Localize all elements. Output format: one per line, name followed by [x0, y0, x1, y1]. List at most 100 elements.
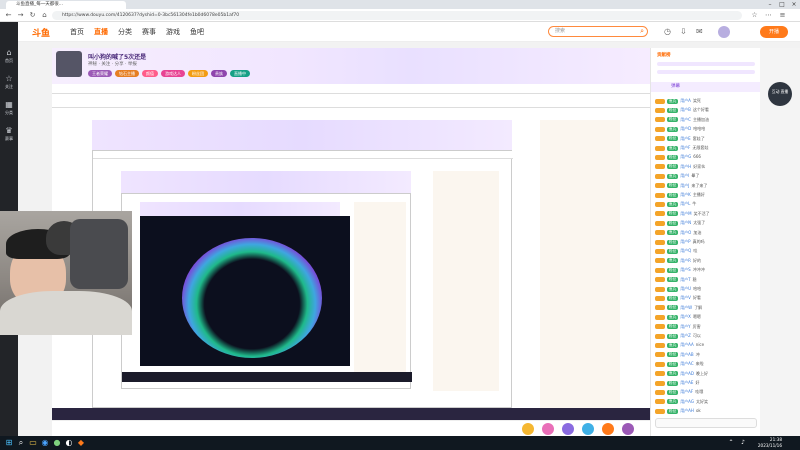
maximize-icon[interactable]: □ [776, 0, 788, 9]
chat-username[interactable]: 用户C [680, 117, 691, 122]
chat-message[interactable]: 粉丝 用户AC 来啦 [655, 359, 759, 368]
menu-icon[interactable]: ≡ [778, 11, 787, 20]
chat-message[interactable]: 粉丝 用户C 主播加油 [655, 115, 759, 124]
interactive-live-button[interactable]: 互动 直播 [768, 82, 792, 106]
room-tag[interactable]: 直播中 [230, 70, 250, 77]
search-input[interactable]: 搜索 ⌕ [548, 26, 648, 37]
chat-username[interactable]: 用户R [680, 258, 691, 263]
room-tag[interactable]: 贵族 [211, 70, 227, 77]
nav-item-yuba[interactable]: 鱼吧 [190, 27, 204, 37]
chat-username[interactable]: 用户AA [680, 342, 694, 347]
search-icon[interactable]: ⌕ [16, 438, 26, 448]
volume-icon[interactable]: ♪ [738, 438, 748, 448]
chat-message[interactable]: 鱼丸 用户AG 太好笑 [655, 397, 759, 406]
chat-username[interactable]: 用户M [680, 211, 691, 216]
chat-username[interactable]: 用户A [680, 98, 691, 103]
chat-username[interactable]: 用户AE [680, 380, 693, 385]
chat-message[interactable]: 粉丝 用户AF 哇哦 [655, 387, 759, 396]
file-explorer-icon[interactable]: ▭ [28, 438, 38, 448]
windows-start-icon[interactable]: ⊞ [4, 438, 14, 448]
chat-username[interactable]: 用户AC [680, 361, 693, 366]
chat-message[interactable]: 粉丝 用户G 666 [655, 152, 759, 161]
chat-message[interactable]: 粉丝 用户J 来了来了 [655, 181, 759, 190]
chat-message[interactable]: 鱼丸 用户R 好的 [655, 256, 759, 265]
sidebar-item-home[interactable]: ⌂ 首页 [2, 48, 16, 64]
extensions-icon[interactable]: ⋯ [764, 11, 773, 20]
chat-username[interactable]: 用户T [680, 277, 690, 282]
site-logo[interactable]: 斗鱼 [32, 26, 50, 39]
chat-username[interactable]: 用户U [680, 286, 691, 291]
chat-message[interactable]: 粉丝 用户AE 好 [655, 378, 759, 387]
chat-message[interactable]: 粉丝 用户P 真的吗 [655, 237, 759, 246]
chat-username[interactable]: 用户D [680, 126, 691, 131]
host-name[interactable]: 神秘 [88, 62, 97, 67]
nav-item-games[interactable]: 游戏 [166, 27, 180, 37]
chat-username[interactable]: 用户N [680, 220, 691, 225]
chat-message[interactable]: 粉丝 用户AB 冲 [655, 350, 759, 359]
gift-icon[interactable] [542, 423, 554, 435]
chat-message[interactable]: 鱼丸 用户AD 晚上好 [655, 369, 759, 378]
chat-message[interactable]: 鱼丸 用户X 嗯嗯 [655, 312, 759, 321]
sidebar-item-events[interactable]: ♛ 赛事 [2, 126, 16, 142]
chat-message[interactable]: 粉丝 用户B 这个好看 [655, 105, 759, 114]
chat-message[interactable]: 鱼丸 用户A 笑死 [655, 96, 759, 105]
nav-item-home[interactable]: 首页 [70, 27, 84, 37]
avatar[interactable] [718, 26, 730, 38]
room-tag[interactable]: 钻石主播 [115, 70, 139, 77]
host-avatar[interactable] [56, 51, 82, 77]
search-icon[interactable]: ⌕ [640, 27, 644, 36]
chat-input[interactable] [655, 418, 757, 428]
chat-username[interactable]: 用户X [680, 314, 691, 319]
sidebar-item-follow[interactable]: ☆ 关注 [2, 74, 16, 90]
reload-icon[interactable]: ↻ [28, 11, 37, 20]
chat-message[interactable]: 粉丝 用户S 冲冲冲 [655, 265, 759, 274]
taskbar-clock[interactable]: 21:38 2023/11/16 [758, 437, 782, 449]
chat-username[interactable]: 用户AF [680, 389, 693, 394]
back-icon[interactable]: ← [4, 11, 13, 20]
start-live-button[interactable]: 开播 [760, 26, 788, 38]
history-icon[interactable]: ◷ [664, 27, 671, 36]
gift-icon[interactable] [582, 423, 594, 435]
room-actions[interactable]: 关注 · 分享 · 举报 [101, 62, 137, 67]
chat-message[interactable]: 鱼丸 用户D 哈哈哈 [655, 124, 759, 133]
chat-message[interactable]: 粉丝 用户T 稳 [655, 275, 759, 284]
room-tag[interactable]: 游戏达人 [161, 70, 185, 77]
chat-username[interactable]: 用户E [680, 136, 691, 141]
gift-icon[interactable] [602, 423, 614, 435]
chat-message[interactable]: 粉丝 用户V 好看 [655, 293, 759, 302]
chat-message[interactable]: 鱼丸 用户AA nice [655, 340, 759, 349]
chat-username[interactable]: 用户Y [680, 324, 690, 329]
star-icon[interactable]: ☆ [750, 11, 759, 20]
chat-username[interactable]: 用户H [680, 164, 691, 169]
chat-username[interactable]: 用户P [680, 239, 690, 244]
chat-username[interactable]: 用户AH [680, 408, 694, 413]
video-player[interactable] [52, 84, 650, 420]
chat-username[interactable]: 用户I [680, 173, 689, 178]
chat-message[interactable]: 粉丝 用户Y 厉害 [655, 322, 759, 331]
nav-item-events[interactable]: 赛事 [142, 27, 156, 37]
tray-icons[interactable]: ⌃ [726, 438, 736, 448]
chat-message[interactable]: 粉丝 用户W 了解 [655, 303, 759, 312]
gift-icon[interactable] [622, 423, 634, 435]
steam-icon[interactable]: ◐ [64, 438, 74, 448]
close-icon[interactable]: × [788, 0, 800, 9]
forward-icon[interactable]: → [16, 11, 25, 20]
chat-username[interactable]: 用户L [680, 201, 690, 206]
chat-message[interactable]: 粉丝 用户K 主播好 [655, 190, 759, 199]
chat-username[interactable]: 用户Z [680, 333, 691, 338]
room-tag[interactable]: 颜值 [142, 70, 158, 77]
chat-username[interactable]: 用户Q [680, 248, 691, 253]
gift-icon[interactable] [522, 423, 534, 435]
browser-tab[interactable]: 斗鱼直播_每一天都很... [6, 1, 126, 9]
chat-username[interactable]: 用户G [680, 154, 691, 159]
chat-username[interactable]: 用户AG [680, 399, 694, 404]
chat-username[interactable]: 用户J [680, 183, 689, 188]
chat-username[interactable]: 用户AB [680, 352, 693, 357]
douyu-icon[interactable]: ◆ [76, 438, 86, 448]
chat-message[interactable]: 粉丝 用户N 太强了 [655, 218, 759, 227]
chat-message[interactable]: 粉丝 用户E 套娃了 [655, 134, 759, 143]
gift-icon[interactable] [562, 423, 574, 435]
chat-message[interactable]: 粉丝 用户Z 可以 [655, 331, 759, 340]
chat-username[interactable]: 用户AD [680, 371, 694, 376]
minimize-icon[interactable]: – [764, 0, 776, 9]
